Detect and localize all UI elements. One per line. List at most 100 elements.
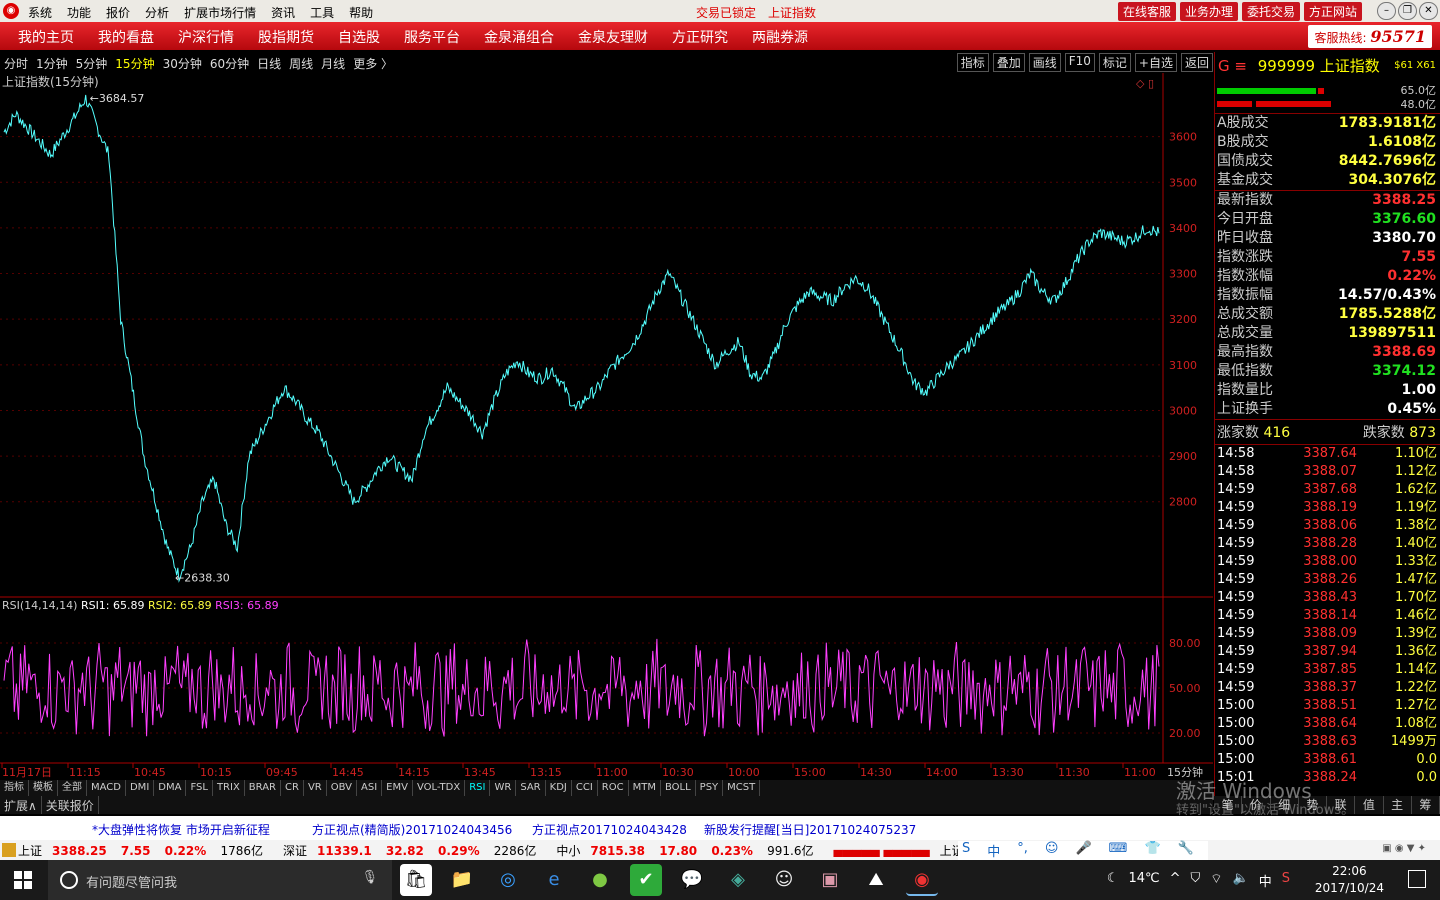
indicator-tab[interactable]: KDJ <box>546 780 572 796</box>
nav-item[interactable]: 我的主页 <box>18 27 74 47</box>
ime-button[interactable]: 中 <box>987 841 1000 860</box>
chevron-up-icon[interactable]: ^ <box>1170 871 1181 890</box>
network-icon[interactable]: ⌔ <box>1210 871 1222 890</box>
menu-item[interactable]: 功能 <box>67 4 91 21</box>
chart-tool-button[interactable]: F10 <box>1064 53 1095 72</box>
store-icon[interactable]: 🛍 <box>400 864 432 896</box>
indicator-tab[interactable]: CCI <box>572 780 598 796</box>
period-tab[interactable]: 月线 <box>321 55 345 72</box>
app-globe-icon[interactable]: ◈ <box>722 864 754 896</box>
indicator-tab[interactable]: ROC <box>598 780 629 796</box>
indicator-tab[interactable]: PSY <box>696 780 724 796</box>
period-tab[interactable]: 15分钟 <box>115 55 154 72</box>
indicator-tab[interactable]: WR <box>490 780 517 796</box>
indicator-tab[interactable]: BOLL <box>661 780 696 796</box>
notification-icon[interactable] <box>1408 870 1426 888</box>
indicator-tab[interactable]: SAR <box>516 780 546 796</box>
chart-tool-button[interactable]: 指标 <box>956 53 989 72</box>
news-item[interactable]: 方正视点(精简版)20171024043456 <box>312 821 512 838</box>
ime-indicator[interactable]: 中 <box>1259 871 1272 890</box>
photos-icon[interactable]: ⛰ <box>860 864 892 896</box>
service-button[interactable]: 在线客服 <box>1117 2 1176 21</box>
indicator-tab[interactable]: 模板 <box>29 780 58 796</box>
photo-viewer-icon[interactable]: ▣ <box>814 864 846 896</box>
weather-icon[interactable]: ☾ <box>1107 871 1119 890</box>
window-button[interactable]: ❐ <box>1398 2 1417 20</box>
chart-tool-button[interactable]: 叠加 <box>992 53 1025 72</box>
nav-item[interactable]: 股指期货 <box>258 27 314 47</box>
index-item[interactable]: 中小 7815.38 17.80 0.23% 991.6亿 <box>556 842 823 859</box>
period-tab[interactable]: 更多 〉 <box>353 55 393 72</box>
nav-item[interactable]: 沪深行情 <box>178 27 234 47</box>
nav-item[interactable]: 方正研究 <box>672 27 728 47</box>
menu-item[interactable]: 分析 <box>145 4 169 21</box>
kline-chart[interactable]: 3600 3500 3400 3300 3200 3100 3000 2900 2800 上证指数… <box>0 73 1213 780</box>
app-green-icon[interactable]: ✔ <box>630 864 662 896</box>
period-tab[interactable]: 5分钟 <box>76 55 108 72</box>
nav-item[interactable]: 自选股 <box>338 27 380 47</box>
browser-icon[interactable]: ◎ <box>492 864 524 896</box>
indicator-tab[interactable]: VR <box>304 780 327 796</box>
founder-app-icon[interactable]: ◉ <box>906 864 938 896</box>
microphone-icon[interactable]: 🎙 <box>361 870 378 885</box>
news-item[interactable]: 方正视点20171024043428 <box>532 821 687 838</box>
chart-tool-button[interactable]: 返回 <box>1180 53 1213 72</box>
menu-item[interactable]: 报价 <box>106 4 130 21</box>
news-item[interactable]: *大盘弹性将恢复 市场开启新征程 <box>92 821 270 838</box>
indicator-tab[interactable]: MTM <box>629 780 661 796</box>
window-button[interactable]: – <box>1377 2 1396 20</box>
service-button[interactable]: 方正网站 <box>1303 2 1362 21</box>
period-tab[interactable]: 30分钟 <box>163 55 202 72</box>
chart-tool-button[interactable]: +自选 <box>1134 53 1177 72</box>
qq-icon[interactable]: ☺ <box>768 864 800 896</box>
nav-item[interactable]: 金泉涌组合 <box>484 27 554 47</box>
period-tab[interactable]: 分时 <box>4 55 28 72</box>
sub-tab[interactable]: 扩展∧ <box>0 796 42 814</box>
volume-icon[interactable]: 🔈 <box>1233 871 1249 890</box>
clock[interactable]: 22:06 2017/10/24 <box>1315 863 1384 897</box>
nav-item[interactable]: 我的看盘 <box>98 27 154 47</box>
menu-item[interactable]: 帮助 <box>349 4 373 21</box>
quote-tab[interactable]: 值 <box>1355 796 1384 814</box>
period-tab[interactable]: 周线 <box>289 55 313 72</box>
menu-item[interactable]: 扩展市场行情 <box>184 4 256 21</box>
indicator-tab[interactable]: MCST <box>723 780 761 796</box>
indicator-tab[interactable]: MACD <box>87 780 126 796</box>
indicator-tab[interactable]: RSI <box>465 780 491 796</box>
sub-tab[interactable]: 关联报价 <box>42 796 99 814</box>
indicator-tab[interactable]: DMI <box>126 780 155 796</box>
chart-tool-button[interactable]: 画线 <box>1028 53 1061 72</box>
indicator-tab[interactable]: BRAR <box>245 780 281 796</box>
indicator-tab[interactable]: VOL-TDX <box>413 780 466 796</box>
indicator-tab[interactable]: ASI <box>357 780 383 796</box>
chart-tool-button[interactable]: 标记 <box>1098 53 1131 72</box>
indicator-tab[interactable]: DMA <box>154 780 187 796</box>
media-player-icon[interactable]: ● <box>584 864 616 896</box>
indicator-tab[interactable]: TRIX <box>213 780 245 796</box>
indicator-tab[interactable]: CR <box>281 780 304 796</box>
ime-button[interactable]: 👕 <box>1144 841 1160 860</box>
nav-item[interactable]: 金泉友理财 <box>578 27 648 47</box>
indicator-tab[interactable]: EMV <box>382 780 413 796</box>
ime-button[interactable]: °, <box>1017 841 1028 860</box>
period-tab[interactable]: 60分钟 <box>210 55 249 72</box>
indicator-tab[interactable]: 指标 <box>0 780 29 796</box>
quote-tab[interactable]: 主 <box>1384 796 1412 814</box>
service-button[interactable]: 业务办理 <box>1179 2 1238 21</box>
menu-item[interactable]: 资讯 <box>271 4 295 21</box>
ime-button[interactable]: 🎤 <box>1075 841 1091 860</box>
file-explorer-icon[interactable]: 📁 <box>446 864 478 896</box>
chart-area[interactable]: 3600 3500 3400 3300 3200 3100 3000 2900 2800 上证指数… <box>0 73 1213 780</box>
shield-icon[interactable]: ⛉ <box>1191 871 1201 890</box>
indicator-tab[interactable]: OBV <box>327 780 357 796</box>
sogou-icon[interactable]: S <box>1282 871 1290 890</box>
period-tab[interactable]: 日线 <box>257 55 281 72</box>
indicator-tab[interactable]: 全部 <box>58 780 87 796</box>
window-button[interactable]: ✕ <box>1419 2 1438 20</box>
nav-item[interactable]: 服务平台 <box>404 27 460 47</box>
service-button[interactable]: 委托交易 <box>1241 2 1300 21</box>
ime-button[interactable]: ☺ <box>1045 841 1059 860</box>
cortana-search-box[interactable]: 有问题尽管问我 🎙 <box>48 860 392 900</box>
edge-icon[interactable]: e <box>538 864 570 896</box>
ime-button[interactable]: 🔧 <box>1178 841 1194 860</box>
